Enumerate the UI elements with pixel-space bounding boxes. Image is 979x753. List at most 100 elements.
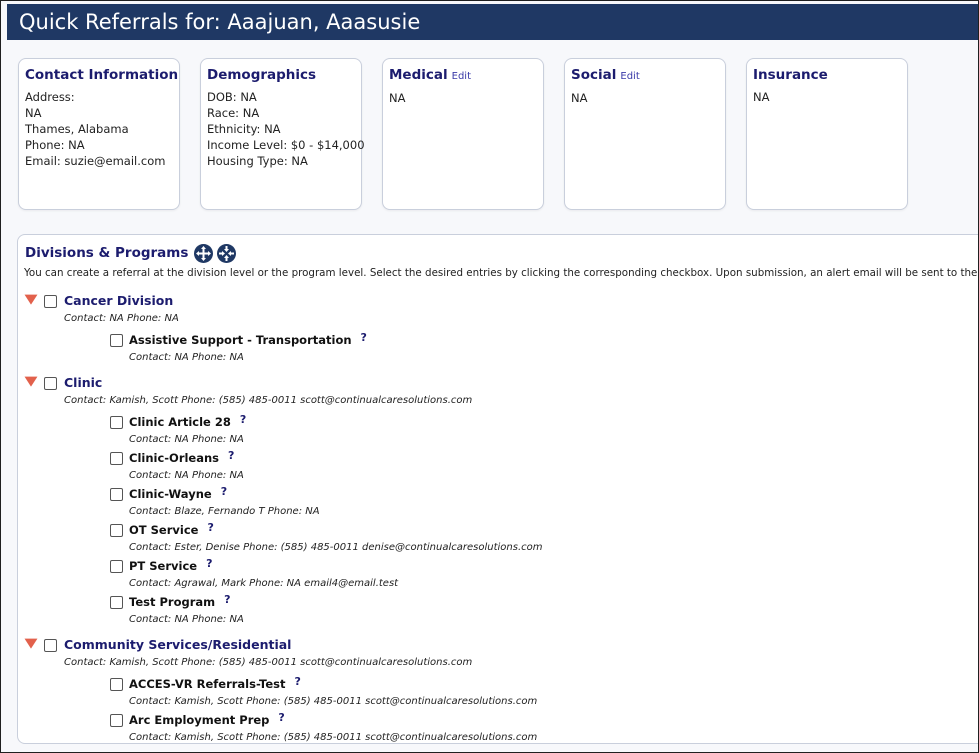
chevron-down-icon[interactable]: ▼ [25,637,38,650]
division-row-community-services: ▼ Community Services/Residential [18,635,978,655]
program-name-wrap: Clinic-Wayne? [129,485,227,501]
help-icon[interactable]: ? [207,521,213,534]
program-contact: Contact: NA Phone: NA [129,434,244,445]
dob: DOB: NA [207,90,257,104]
social-value: NA [571,91,588,105]
collapse-all-icon[interactable] [217,243,237,263]
card-title-row: Medical Edit [389,66,537,86]
program-row: Clinic-Orleans? [18,449,978,469]
card-title: Medical [389,67,448,83]
program-contact: Contact: Kamish, Scott Phone: (585) 485-… [129,696,538,707]
program-name: PT Service [129,559,198,573]
housing-type: Housing Type: NA [207,154,308,168]
division-contact: Contact: Kamish, Scott Phone: (585) 485-… [64,395,473,406]
program-checkbox[interactable] [110,452,123,465]
division-checkbox-clinic[interactable] [44,377,57,390]
help-icon[interactable]: ? [221,485,227,498]
card-title: Demographics [207,67,317,83]
division-contact: Contact: NA Phone: NA [64,313,179,324]
program-checkbox[interactable] [110,678,123,691]
card-title: Insurance [753,67,828,83]
card-title-row: Social Edit [571,66,719,86]
chevron-down-icon[interactable]: ▼ [25,293,38,306]
ethnicity: Ethnicity: NA [207,122,281,136]
program-checkbox[interactable] [110,524,123,537]
program-checkbox[interactable] [110,596,123,609]
insurance-value: NA [753,90,770,104]
email: Email: suzie@email.com [25,154,166,168]
division-name: Clinic [64,375,103,390]
division-list: ▼ Cancer Division Contact: NA Phone: NA … [18,291,978,743]
program-contact: Contact: NA Phone: NA [129,470,244,481]
income-level: Income Level: $0 - $14,000 [207,138,365,152]
insurance-card: Insurance NA [746,58,908,210]
help-icon[interactable]: ? [240,413,246,426]
program-name-wrap: Clinic Article 28? [129,413,246,429]
panel-header: Divisions & Programs [25,243,237,263]
division-checkbox-cancer[interactable] [44,295,57,308]
program-name-wrap: Arc Employment Prep? [129,711,285,727]
program-row: PT Service? [18,557,978,577]
city-state: Thames, Alabama [25,122,129,136]
program-contact: Contact: Blaze, Fernando T Phone: NA [129,506,320,517]
division-contact: Contact: Kamish, Scott Phone: (585) 485-… [64,657,473,668]
program-checkbox[interactable] [110,334,123,347]
contact-information-card: Contact Information Address: NA Thames, … [18,58,180,210]
program-row: Arc Employment Prep? [18,711,978,731]
help-icon[interactable]: ? [278,711,284,724]
program-name-wrap: OT Service? [129,521,214,537]
page-title: Quick Referrals for: Aaajuan, Aaasusie [7,4,978,40]
help-icon[interactable]: ? [228,449,234,462]
program-row: ACCES-VR Referrals-Test? [18,675,978,695]
medical-card: Medical Edit NA [382,58,544,210]
division-checkbox-community-services[interactable] [44,639,57,652]
division-name: Cancer Division [64,293,174,308]
program-name: ACCES-VR Referrals-Test [129,677,286,691]
program-name-wrap: ACCES-VR Referrals-Test? [129,675,301,691]
program-checkbox[interactable] [110,560,123,573]
program-name: Clinic-Orleans [129,451,220,465]
panel-title: Divisions & Programs [25,245,189,261]
program-name-wrap: Assistive Support - Transportation? [129,331,367,347]
program-row: Test Program? [18,593,978,613]
social-card: Social Edit NA [564,58,726,210]
program-name-wrap: Clinic-Orleans? [129,449,234,465]
race: Race: NA [207,106,260,120]
program-name: Clinic Article 28 [129,415,231,429]
program-row: OT Service? [18,521,978,541]
program-contact: Contact: Kamish, Scott Phone: (585) 485-… [129,732,538,743]
card-title: Contact Information [25,67,179,83]
program-checkbox[interactable] [110,714,123,727]
program-name-wrap: Test Program? [129,593,231,609]
address-label: Address: [25,90,75,104]
help-icon[interactable]: ? [206,557,212,570]
help-icon[interactable]: ? [224,593,230,606]
program-contact: Contact: Agrawal, Mark Phone: NA email4@… [129,578,399,589]
program-name: Clinic-Wayne [129,487,212,501]
program-name: Arc Employment Prep [129,713,270,727]
help-icon[interactable]: ? [295,675,301,688]
program-checkbox[interactable] [110,416,123,429]
medical-value: NA [389,91,406,105]
program-checkbox[interactable] [110,488,123,501]
expand-all-icon[interactable] [194,243,214,263]
program-contact: Contact: NA Phone: NA [129,352,244,363]
division-name: Community Services/Residential [64,637,292,652]
card-title: Social [571,67,617,83]
panel-description: You can create a referral at the divisio… [24,267,979,279]
program-name: Assistive Support - Transportation [129,333,352,347]
program-name: OT Service [129,523,199,537]
quick-referrals-window: Quick Referrals for: Aaajuan, Aaasusie C… [0,0,979,753]
medical-edit-link[interactable]: Edit [452,71,471,82]
help-icon[interactable]: ? [361,331,367,344]
social-edit-link[interactable]: Edit [620,71,639,82]
program-name: Test Program [129,595,216,609]
chevron-down-icon[interactable]: ▼ [25,375,38,388]
division-row-clinic: ▼ Clinic [18,373,978,393]
phone: Phone: NA [25,138,85,152]
program-row: Clinic-Wayne? [18,485,978,505]
program-name-wrap: PT Service? [129,557,212,573]
program-contact: Contact: NA Phone: NA [129,614,244,625]
program-row: Assistive Support - Transportation? [18,331,978,351]
division-row-cancer: ▼ Cancer Division [18,291,978,311]
